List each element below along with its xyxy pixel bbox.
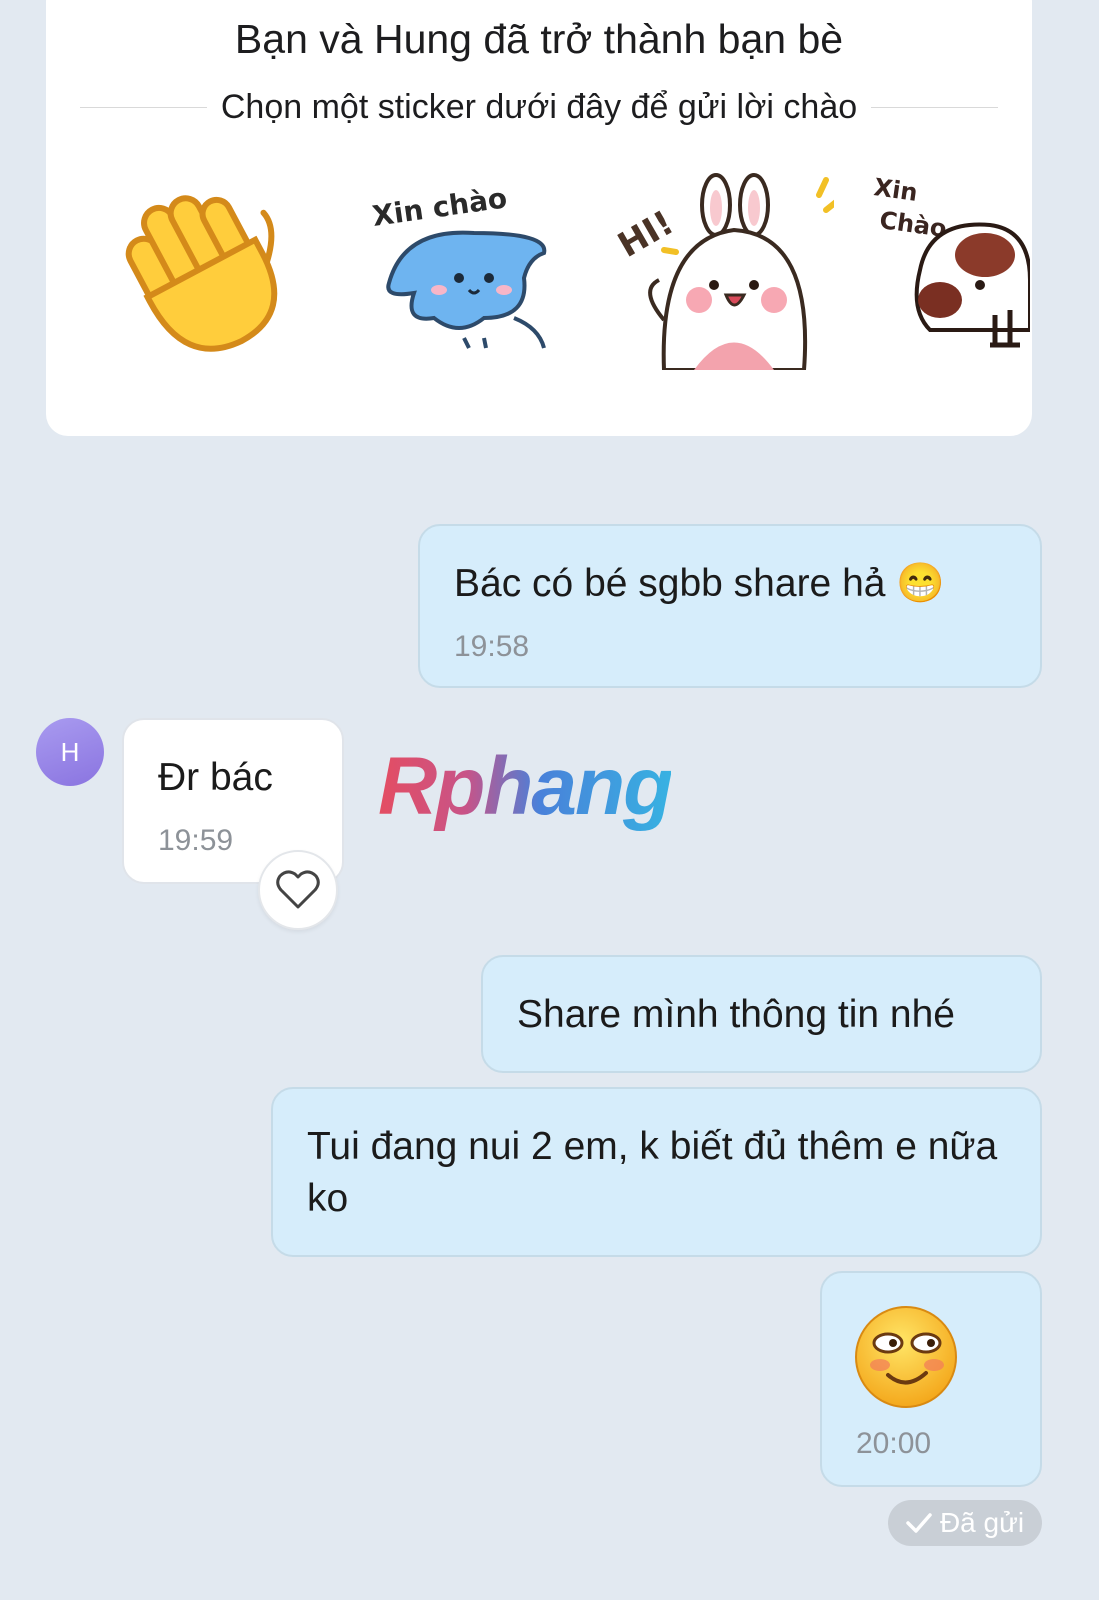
message-bubble-outgoing[interactable]: 20:00 [820,1271,1042,1487]
check-icon [906,1513,932,1533]
message-bubble-outgoing[interactable]: Tui đang nui 2 em, k biết đủ thêm e nữa … [271,1087,1042,1257]
sent-status: Đã gửi [888,1500,1042,1546]
avatar[interactable]: H [36,718,104,786]
message-text: Tui đang nui 2 em, k biết đủ thêm e nữa … [307,1125,998,1220]
blue-cat-sticker[interactable]: Xin chào [364,178,564,363]
blushing-smile-emoji [855,1306,957,1408]
svg-text:Xin: Xin [872,173,919,207]
message-time: 20:00 [856,1427,932,1460]
divider-right [871,106,998,108]
message-time: 19:58 [454,630,530,663]
divider-left [80,106,207,108]
sticker-prompt: Chọn một sticker dưới đây để gửi lời chà… [220,87,858,126]
svg-text:HI!: HI! [611,203,680,266]
friend-notice-title: Bạn và Hung đã trở thành bạn bè [234,16,844,62]
friend-notice-card: Bạn và Hung đã trở thành bạn bè Chọn một… [46,0,1032,436]
message-bubble-outgoing[interactable]: Share mình thông tin nhé [481,955,1042,1073]
wave-hand-sticker[interactable] [124,170,294,360]
svg-text:Xin chào: Xin chào [370,181,509,233]
bunny-hi-sticker[interactable]: HI! [604,170,834,370]
watermark-logo: Rphang [378,741,673,832]
message-time: 19:59 [158,824,234,857]
react-heart-button[interactable] [258,850,338,930]
message-text: Đr bác [158,756,273,799]
message-bubble-outgoing[interactable]: Bác có bé sgbb share hả 😁 19:58 [418,524,1042,688]
dog-sticker[interactable]: Xin Chào [870,160,1030,360]
message-text: Share mình thông tin nhé [517,993,955,1036]
heart-icon [276,870,320,909]
sticker-prompt-row: Chọn một sticker dưới đây để gửi lời chà… [80,85,998,129]
message-text: Bác có bé sgbb share hả 😁 [454,562,945,605]
sent-status-text: Đã gửi [939,1507,1025,1538]
